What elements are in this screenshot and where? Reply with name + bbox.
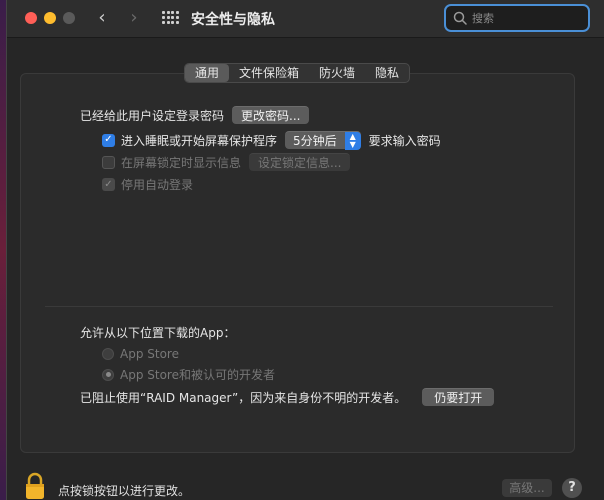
disable-autologin-row: ✓ 停用自动登录 bbox=[102, 176, 193, 193]
tab-privacy[interactable]: 隐私 bbox=[365, 64, 409, 82]
blocked-app-message: 已阻止使用“RAID Manager”，因为来自身份不明的开发者。 bbox=[80, 390, 407, 405]
forward-arrow-icon[interactable]: › bbox=[125, 8, 143, 28]
download-option-app-store: App Store bbox=[102, 347, 179, 361]
search-field[interactable] bbox=[444, 4, 590, 32]
lock-icon[interactable] bbox=[24, 472, 46, 500]
show-message-checkbox[interactable] bbox=[102, 155, 115, 169]
password-set-label: 已经给此用户设定登录密码 bbox=[80, 108, 225, 123]
tab-filevault[interactable]: 文件保险箱 bbox=[229, 64, 309, 82]
section-divider bbox=[45, 306, 553, 307]
tab-bar: 通用 文件保险箱 防火墙 隐私 bbox=[184, 63, 411, 83]
tab-firewall[interactable]: 防火墙 bbox=[309, 64, 365, 82]
require-password-checkbox[interactable]: ✓ bbox=[102, 133, 115, 147]
password-delay-value: 5分钟后 bbox=[293, 134, 337, 148]
blocked-app-row: 已阻止使用“RAID Manager”，因为来自身份不明的开发者。 仍要打开 bbox=[80, 388, 495, 406]
tab-general[interactable]: 通用 bbox=[185, 64, 230, 82]
search-icon bbox=[453, 11, 467, 25]
require-password-suffix: 要求输入密码 bbox=[368, 133, 441, 148]
downloads-heading: 允许从以下位置下载的App： bbox=[80, 326, 236, 340]
show-message-row: 在屏幕锁定时显示信息 设定锁定信息... bbox=[102, 153, 351, 171]
disable-autologin-checkbox[interactable]: ✓ bbox=[102, 178, 115, 191]
password-delay-popup[interactable]: 5分钟后 ▲ ▼ bbox=[285, 131, 361, 150]
close-window-button[interactable] bbox=[25, 12, 37, 24]
popup-chevron-icon: ▲ ▼ bbox=[344, 131, 361, 150]
set-lock-message-button[interactable]: 设定锁定信息... bbox=[249, 153, 351, 171]
download-option-identified: App Store和被认可的开发者 bbox=[102, 366, 275, 383]
help-button[interactable]: ? bbox=[562, 478, 582, 498]
password-row: 已经给此用户设定登录密码 更改密码... bbox=[80, 106, 310, 124]
change-password-button[interactable]: 更改密码... bbox=[232, 106, 310, 124]
identified-developers-label: App Store和被认可的开发者 bbox=[120, 368, 275, 382]
show-all-grid-icon[interactable] bbox=[162, 11, 179, 25]
show-message-label: 在屏幕锁定时显示信息 bbox=[121, 155, 242, 170]
zoom-window-button[interactable] bbox=[63, 12, 75, 24]
title-bar: ‹ › 安全性与隐私 bbox=[7, 0, 604, 38]
minimize-window-button[interactable] bbox=[44, 12, 56, 24]
identified-developers-radio[interactable] bbox=[102, 368, 114, 381]
open-anyway-button[interactable]: 仍要打开 bbox=[422, 388, 495, 406]
downloads-heading-row: 允许从以下位置下载的App： bbox=[80, 324, 235, 341]
disable-autologin-label: 停用自动登录 bbox=[121, 178, 194, 192]
app-store-label: App Store bbox=[120, 347, 179, 361]
window-title: 安全性与隐私 bbox=[191, 12, 275, 28]
back-arrow-icon[interactable]: ‹ bbox=[93, 8, 111, 28]
advanced-button[interactable]: 高级... bbox=[502, 479, 552, 497]
require-password-row: ✓ 进入睡眠或开始屏幕保护程序 5分钟后 ▲ ▼ 要求输入密码 bbox=[102, 131, 441, 150]
search-input[interactable] bbox=[472, 10, 582, 26]
app-store-radio[interactable] bbox=[102, 348, 114, 360]
require-password-label: 进入睡眠或开始屏幕保护程序 bbox=[121, 133, 278, 148]
lock-instruction-text: 点按锁按钮以进行更改。 bbox=[58, 484, 191, 498]
